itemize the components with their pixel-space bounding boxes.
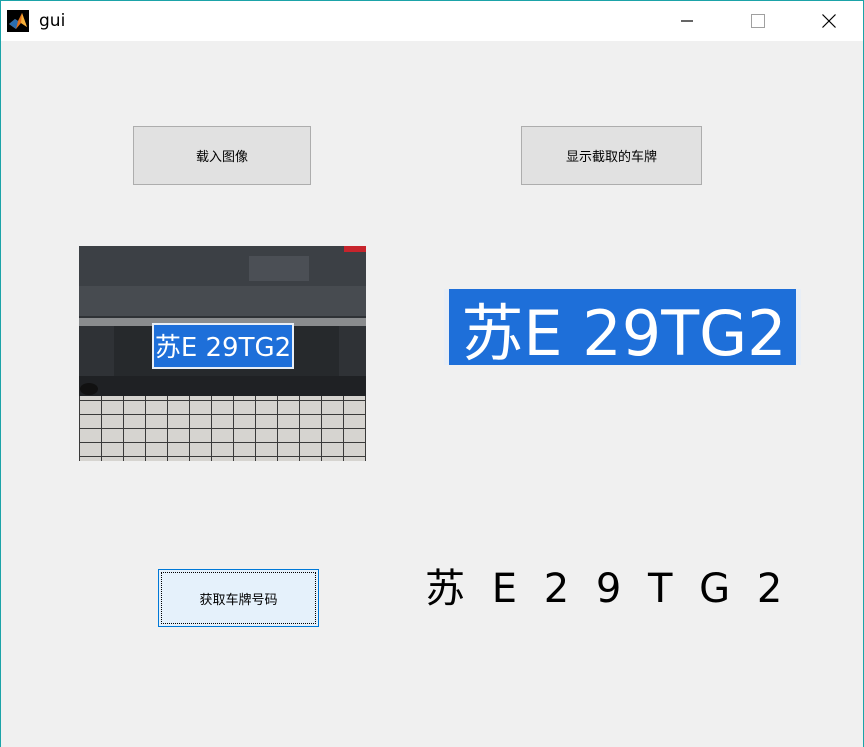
car-photo-plate-text: 苏E 29TG2	[155, 333, 291, 363]
minimize-button[interactable]	[657, 1, 717, 41]
get-plate-number-button[interactable]: 获取车牌号码	[158, 569, 319, 627]
maximize-button[interactable]	[728, 1, 788, 41]
cropped-plate-image: 苏E 29TG2	[444, 289, 801, 365]
window-title: gui	[39, 11, 66, 31]
figure-canvas: 载入图像 显示截取的车牌 苏E 29TG2 苏E 29TG2 获取车牌号码 苏 …	[1, 41, 863, 747]
show-plate-button[interactable]: 显示截取的车牌	[521, 126, 702, 185]
minimize-icon	[681, 20, 693, 22]
matlab-logo-icon	[7, 10, 29, 32]
cropped-plate-text: 苏E 29TG2	[461, 297, 786, 365]
close-icon	[822, 14, 836, 28]
close-button[interactable]	[799, 1, 859, 41]
app-window: gui 载入图像 显示截取的车牌 苏E 29TG2 苏E 29TG2 获取车牌号…	[0, 0, 864, 747]
load-image-button[interactable]: 载入图像	[133, 126, 311, 185]
car-photo-image: 苏E 29TG2	[79, 246, 366, 461]
plate-number-result: 苏 E 2 9 T G 2	[425, 566, 790, 612]
title-bar[interactable]: gui	[1, 1, 863, 41]
maximize-icon	[751, 14, 765, 28]
